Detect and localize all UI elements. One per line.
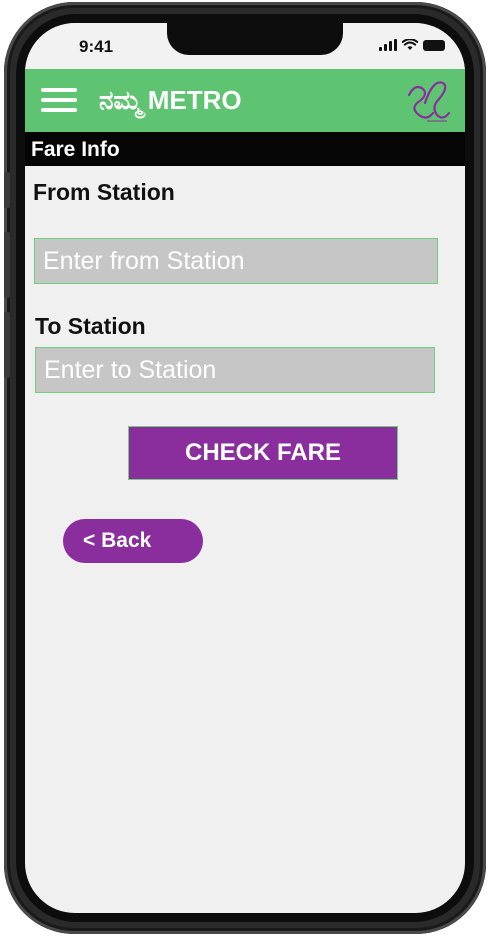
to-station-input[interactable] xyxy=(36,348,434,392)
section-bar: Fare Info xyxy=(25,132,465,166)
section-title: Fare Info xyxy=(31,138,120,161)
brand-title: METRO xyxy=(147,85,242,115)
mute-switch xyxy=(4,172,10,208)
home-indicator xyxy=(185,901,305,905)
app-brand: ನಮ್ಮ METRO xyxy=(99,85,242,117)
brand-kannada: ನಮ್ಮ xyxy=(99,86,142,116)
notch xyxy=(167,23,343,55)
back-button[interactable]: < Back xyxy=(63,519,203,563)
hamburger-menu-icon[interactable] xyxy=(41,88,77,112)
status-bar: 9:41 xyxy=(25,23,465,69)
volume-down-button xyxy=(4,312,10,378)
status-time: 9:41 xyxy=(79,37,114,56)
from-station-label: From Station xyxy=(33,179,175,205)
battery-icon xyxy=(423,40,445,51)
to-station-field xyxy=(35,347,435,393)
from-station-field xyxy=(34,238,438,284)
logo-icon xyxy=(399,73,455,129)
screen: 9:41 ನಮ್ಮ METRO Fare Info From Station E… xyxy=(25,23,465,913)
to-station-label: To Station xyxy=(35,313,146,339)
check-fare-button[interactable]: CHECK FARE xyxy=(128,426,398,480)
phone-frame: 9:41 ನಮ್ಮ METRO Fare Info From Station E… xyxy=(4,2,486,934)
signal-icon xyxy=(379,39,397,51)
status-icons xyxy=(379,39,445,51)
volume-up-button xyxy=(4,232,10,298)
app-bar: ನಮ್ಮ METRO xyxy=(25,69,465,132)
from-station-input[interactable] xyxy=(35,239,437,283)
wifi-icon xyxy=(402,39,418,50)
